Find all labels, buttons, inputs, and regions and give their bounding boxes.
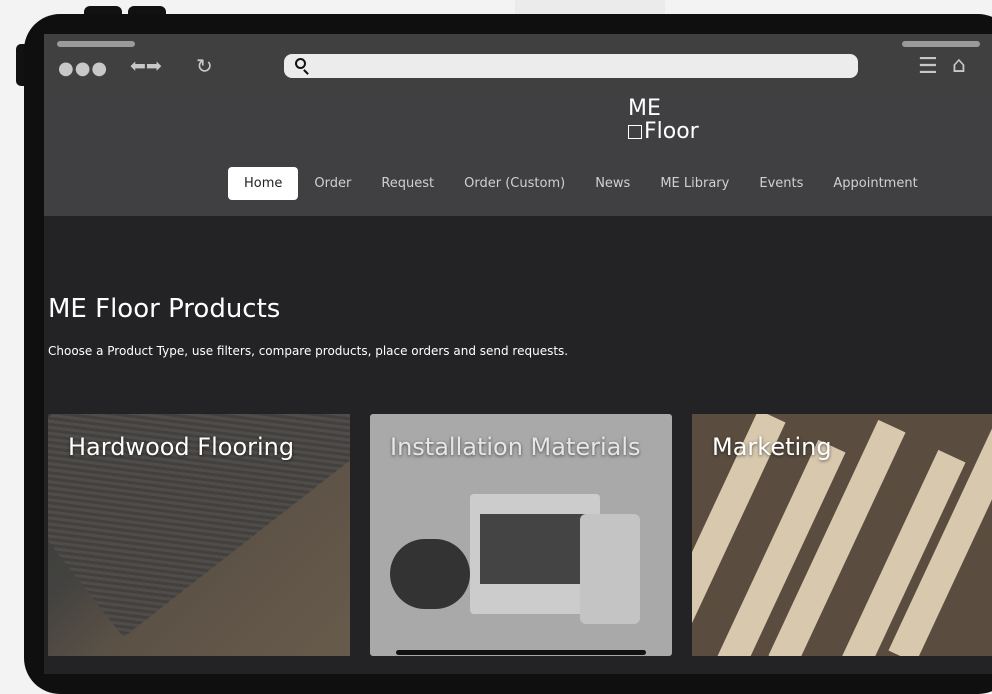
card-image [480,514,590,584]
browser-toolbar: ●●● ⬅➡ ↻ ☰ ⌂ [44,34,992,90]
logo-line-1: ME [628,96,661,121]
card-image [390,539,470,609]
home-icon[interactable]: ⌂ [952,53,966,78]
handle-bar [902,41,980,47]
logo-line-2: Floor [628,120,699,144]
main-nav: Home Order Request Order (Custom) News M… [228,167,948,200]
site-header: ME Floor Home Order Request Order (Custo… [44,90,992,216]
card-image [580,514,640,624]
card-title: Installation Materials [390,433,641,461]
reload-icon[interactable]: ↻ [196,54,213,78]
browser-window: ●●● ⬅➡ ↻ ☰ ⌂ ME Floor Home Order Request… [44,34,992,674]
menu-icon[interactable]: ☰ [918,54,938,79]
search-icon [295,58,306,69]
product-card-marketing[interactable]: Marketing [692,414,992,656]
brand-logo[interactable]: ME Floor [628,98,699,144]
logo-text: Floor [644,119,699,144]
nav-home[interactable]: Home [228,167,299,200]
back-forward-icon[interactable]: ⬅➡ [130,55,162,77]
nav-order[interactable]: Order [314,167,351,200]
logo-mark-icon [628,125,642,139]
card-title: Hardwood Flooring [68,433,295,461]
nav-news[interactable]: News [595,167,630,200]
product-card-hardwood[interactable]: Hardwood Flooring [48,414,350,656]
address-bar[interactable] [284,54,858,78]
handle-bar [57,41,135,47]
nav-me-library[interactable]: ME Library [660,167,729,200]
nav-events[interactable]: Events [759,167,803,200]
window-controls-icon[interactable]: ●●● [58,58,108,79]
product-card-installation[interactable]: Installation Materials [370,414,672,656]
page-title: ME Floor Products [48,294,281,324]
nav-request[interactable]: Request [381,167,434,200]
nav-appointment[interactable]: Appointment [833,167,917,200]
card-title: Marketing [712,433,832,461]
horizontal-scrollbar[interactable] [396,650,646,655]
page-subtitle: Choose a Product Type, use filters, comp… [48,344,569,358]
nav-order-custom[interactable]: Order (Custom) [464,167,565,200]
